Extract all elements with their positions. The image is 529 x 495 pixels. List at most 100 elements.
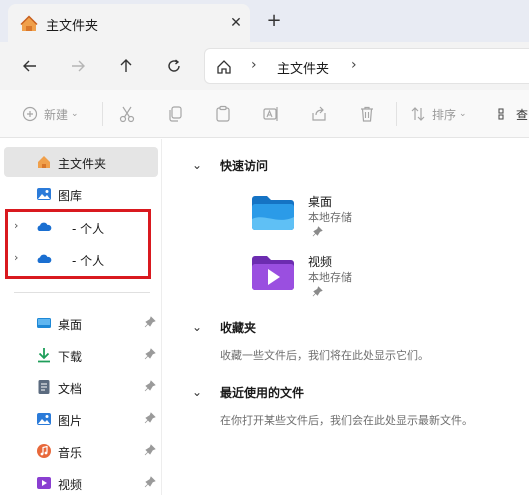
view-button[interactable]: 查 bbox=[498, 102, 528, 126]
sidebar-item-label: 文档 bbox=[58, 382, 83, 396]
sidebar-item-home[interactable]: 主文件夹 bbox=[4, 147, 158, 177]
navigation-bar: › 主文件夹 › bbox=[0, 42, 529, 90]
cut-button[interactable] bbox=[118, 102, 136, 126]
section-title: 最近使用的文件 bbox=[220, 385, 305, 400]
quick-access-name: 视频 bbox=[308, 255, 333, 269]
sidebar-item-music[interactable]: 音乐 bbox=[4, 436, 158, 466]
navigation-pane: 主文件夹 图库 › - 个人 › - 个人 桌面 下载 文档 图片 音乐 视频 bbox=[0, 139, 162, 495]
chevron-down-icon: ⌄ bbox=[459, 109, 467, 119]
red-highlight-box bbox=[5, 209, 151, 279]
sidebar-item-label: 下载 bbox=[58, 350, 83, 364]
tab-title: 主文件夹 bbox=[46, 19, 99, 34]
breadcrumb-home[interactable]: 主文件夹 bbox=[277, 58, 329, 77]
up-button[interactable] bbox=[112, 52, 140, 80]
favorites-empty-text: 收藏一些文件后，我们将在此处显示它们。 bbox=[220, 349, 429, 362]
toolbar-divider bbox=[102, 102, 103, 126]
sidebar-item-label: 音乐 bbox=[58, 446, 83, 460]
video-icon bbox=[36, 475, 52, 491]
section-recent[interactable]: ⌄ 最近使用的文件 bbox=[192, 382, 304, 402]
sort-button[interactable]: 排序 ⌄ bbox=[410, 102, 467, 126]
new-button[interactable]: 新建 ⌄ bbox=[22, 102, 79, 126]
pin-icon[interactable] bbox=[144, 444, 156, 459]
section-favorites[interactable]: ⌄ 收藏夹 bbox=[192, 317, 256, 337]
rename-button[interactable] bbox=[262, 102, 280, 126]
arrow-up-icon bbox=[120, 59, 132, 72]
pin-icon[interactable] bbox=[312, 286, 323, 300]
pin-icon[interactable] bbox=[312, 226, 323, 240]
chevron-down-icon[interactable]: ⌄ bbox=[192, 158, 208, 172]
sidebar-item-label: 图片 bbox=[58, 414, 83, 428]
folder-video-icon bbox=[250, 253, 296, 296]
tab-bar: 主文件夹 ✕ + bbox=[0, 0, 529, 42]
quick-access-location: 本地存储 bbox=[308, 211, 352, 224]
sort-icon bbox=[411, 107, 425, 121]
recent-empty-text: 在你打开某些文件后，我们会在此处显示最新文件。 bbox=[220, 414, 473, 427]
gallery-icon bbox=[36, 186, 52, 202]
home-outline-icon[interactable] bbox=[215, 58, 233, 79]
refresh-icon bbox=[168, 59, 180, 72]
sidebar-item-label: 主文件夹 bbox=[58, 157, 107, 171]
tab-home[interactable]: 主文件夹 ✕ bbox=[8, 4, 250, 42]
pictures-icon bbox=[36, 411, 52, 427]
copy-icon bbox=[169, 106, 182, 122]
scissors-icon bbox=[119, 106, 135, 123]
section-quick-access[interactable]: ⌄ 快速访问 bbox=[192, 155, 268, 175]
desktop-icon bbox=[36, 315, 52, 331]
view-label: 查 bbox=[516, 107, 529, 122]
section-title: 收藏夹 bbox=[220, 320, 257, 335]
sidebar-item-label: 图库 bbox=[58, 189, 83, 203]
copy-button[interactable] bbox=[166, 102, 184, 126]
pin-icon[interactable] bbox=[144, 380, 156, 395]
toolbar-divider bbox=[396, 102, 397, 126]
sidebar-item-videos[interactable]: 视频 bbox=[4, 468, 158, 495]
quick-access-location: 本地存储 bbox=[308, 271, 352, 284]
clipboard-icon bbox=[216, 105, 230, 122]
pin-icon[interactable] bbox=[144, 476, 156, 491]
plus-circle-icon bbox=[22, 106, 38, 122]
home-icon bbox=[36, 154, 52, 170]
sidebar-item-documents[interactable]: 文档 bbox=[4, 372, 158, 402]
breadcrumb-separator[interactable]: › bbox=[351, 57, 357, 73]
trash-icon bbox=[361, 106, 373, 122]
back-button[interactable] bbox=[16, 52, 44, 80]
pin-icon[interactable] bbox=[144, 348, 156, 363]
arrow-right-icon bbox=[72, 60, 85, 72]
share-icon bbox=[312, 106, 326, 121]
quick-access-item-desktop[interactable]: 桌面 本地存储 bbox=[250, 193, 500, 241]
breadcrumb-separator[interactable]: › bbox=[251, 57, 257, 73]
chevron-down-icon[interactable]: ⌄ bbox=[192, 320, 208, 334]
new-tab-button[interactable]: + bbox=[264, 11, 284, 31]
chevron-down-icon[interactable]: ⌄ bbox=[192, 385, 208, 399]
home-icon bbox=[20, 15, 38, 36]
sidebar-item-desktop[interactable]: 桌面 bbox=[4, 308, 158, 338]
quick-access-name: 桌面 bbox=[308, 195, 333, 209]
sidebar-item-downloads[interactable]: 下载 bbox=[4, 340, 158, 370]
sidebar-item-pictures[interactable]: 图片 bbox=[4, 404, 158, 434]
pin-icon[interactable] bbox=[144, 316, 156, 331]
delete-button[interactable] bbox=[358, 102, 376, 126]
section-title: 快速访问 bbox=[220, 158, 269, 173]
document-icon bbox=[36, 379, 52, 395]
chevron-down-icon: ⌄ bbox=[71, 109, 79, 119]
close-tab-icon[interactable]: ✕ bbox=[226, 13, 246, 33]
view-list-icon bbox=[498, 108, 504, 120]
refresh-button[interactable] bbox=[160, 52, 188, 80]
sidebar-divider bbox=[14, 292, 150, 293]
quick-access-item-videos[interactable]: 视频 本地存储 bbox=[250, 253, 500, 301]
sort-label: 排序 bbox=[432, 107, 457, 122]
new-label: 新建 bbox=[44, 107, 69, 122]
paste-button[interactable] bbox=[214, 102, 232, 126]
download-icon bbox=[36, 347, 52, 363]
sidebar-item-label: 视频 bbox=[58, 478, 83, 492]
address-bar[interactable]: › 主文件夹 › bbox=[204, 48, 529, 84]
forward-button[interactable] bbox=[64, 52, 92, 80]
pin-icon[interactable] bbox=[144, 412, 156, 427]
music-icon bbox=[36, 443, 52, 459]
arrow-left-icon bbox=[23, 60, 36, 72]
rename-icon bbox=[263, 107, 278, 121]
folder-desktop-icon bbox=[250, 193, 296, 236]
sidebar-item-gallery[interactable]: 图库 bbox=[4, 179, 158, 209]
command-toolbar: 新建 ⌄ 排序 ⌄ 查 bbox=[0, 90, 529, 138]
sidebar-item-label: 桌面 bbox=[58, 318, 83, 332]
share-button[interactable] bbox=[310, 102, 328, 126]
